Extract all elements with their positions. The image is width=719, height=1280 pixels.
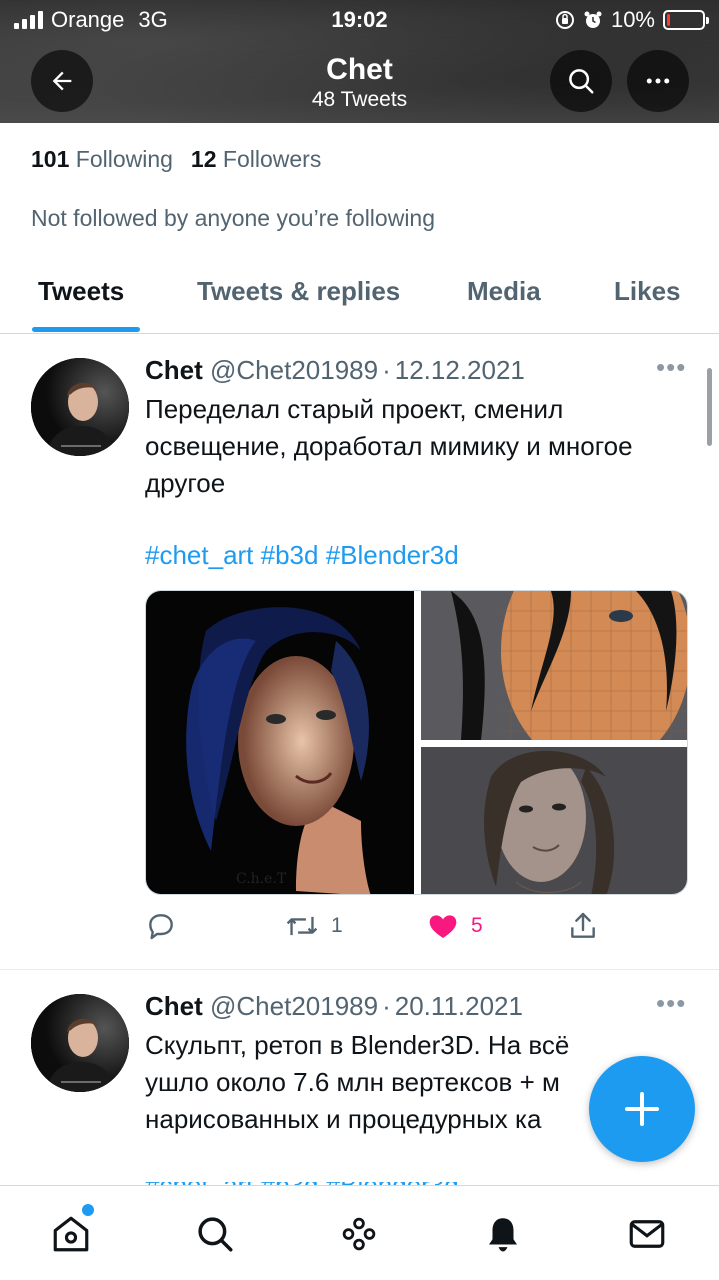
battery-icon	[663, 10, 709, 30]
retweet-button[interactable]: 1	[285, 910, 343, 942]
tab-likes[interactable]: Likes	[614, 276, 681, 307]
tab-media[interactable]: Media	[467, 276, 541, 307]
avatar-image	[31, 994, 129, 1092]
svg-text:C.h.e.T: C.h.e.T	[236, 871, 287, 887]
not-followed-note: Not followed by anyone you’re following	[31, 205, 436, 231]
tweet-date[interactable]: 20.11.2021	[395, 991, 523, 1021]
tab-tweets-and-replies[interactable]: Tweets & replies	[197, 276, 400, 307]
status-bar: Orange 3G 19:02 10%	[0, 0, 719, 40]
avatar[interactable]	[31, 994, 129, 1092]
home-unread-dot	[82, 1204, 94, 1216]
avatar-image	[31, 358, 129, 456]
tweet-author-name[interactable]: Chet	[145, 355, 203, 385]
more-horizontal-icon	[646, 78, 670, 84]
tweet-text: Скульпт, ретоп в Blender3D. На всё ушло …	[145, 1030, 570, 1134]
followers-link[interactable]: 12 Followers	[191, 146, 321, 173]
orientation-lock-icon	[555, 11, 574, 29]
more-button[interactable]	[627, 50, 689, 112]
home-icon	[53, 1216, 89, 1252]
avatar[interactable]	[31, 358, 129, 456]
tweet-author-name[interactable]: Chet	[145, 991, 203, 1021]
nav-notifications[interactable]	[481, 1212, 525, 1256]
following-link[interactable]: 101 Following	[31, 146, 173, 173]
battery-percent: 10%	[610, 7, 655, 32]
reply-button[interactable]	[145, 910, 189, 942]
tweet-media-grid: C.h.e.T	[145, 590, 688, 895]
tweet-count: 48 Tweets	[311, 88, 408, 111]
followers-label: Followers	[222, 146, 322, 172]
nav-home[interactable]	[49, 1212, 93, 1256]
retweet-count: 1	[331, 914, 343, 937]
share-button[interactable]	[567, 910, 599, 942]
tweet-divider	[0, 969, 719, 970]
followers-count: 12	[190, 146, 217, 172]
scrollbar[interactable]	[707, 368, 712, 446]
profile-tabs: Tweets Tweets & replies Media Likes	[0, 258, 719, 334]
media-image-3[interactable]	[421, 747, 687, 894]
tweet-date[interactable]: 12.12.2021	[395, 355, 525, 385]
tweet-more-icon[interactable]: •••	[656, 352, 686, 383]
tweet-author-handle[interactable]: @Chet201989	[210, 355, 378, 385]
following-label: Following	[75, 146, 173, 172]
media-image-1[interactable]: C.h.e.T	[146, 591, 414, 894]
tweet-header: Chet @Chet201989 · 20.11.2021	[145, 991, 523, 1022]
following-count: 101	[31, 146, 70, 172]
bottom-navigation	[0, 1185, 719, 1280]
nav-search[interactable]	[193, 1212, 237, 1256]
battery-fill	[667, 14, 670, 26]
tweet-more-icon[interactable]: •••	[656, 988, 686, 1019]
tweet-sep: ·	[382, 991, 391, 1021]
follow-stats: 101 Following 12 Followers	[31, 146, 321, 173]
search-icon	[198, 1217, 233, 1252]
tweet-sep: ·	[382, 355, 391, 385]
status-right: 10%	[555, 7, 709, 33]
nav-spaces[interactable]	[337, 1212, 381, 1256]
plus-icon	[625, 1092, 659, 1126]
tweet-header: Chet @Chet201989 · 12.12.2021	[145, 355, 525, 386]
reply-icon	[149, 914, 173, 940]
media-image-2[interactable]	[421, 591, 687, 740]
tweet-actions: 1 5	[145, 910, 665, 950]
spaces-icon	[342, 1217, 376, 1251]
search-icon	[569, 69, 594, 94]
notifications-bell-icon	[489, 1218, 517, 1252]
tweet-hashtags[interactable]: #chet_art #b3d #Blender3d	[145, 540, 459, 571]
compose-tweet-button[interactable]	[589, 1056, 695, 1162]
search-button[interactable]	[550, 50, 612, 112]
profile-header: Orange 3G 19:02 10% Chet 48 Tweets	[0, 0, 719, 123]
nav-messages[interactable]	[625, 1212, 669, 1256]
alarm-icon	[584, 11, 602, 28]
like-button[interactable]: 5	[427, 910, 483, 942]
retweet-icon	[286, 916, 318, 936]
tweet-author-handle[interactable]: @Chet201989	[210, 991, 378, 1021]
tab-tweets[interactable]: Tweets	[38, 276, 124, 307]
tweet-text: Переделал старый проект, сменил освещени…	[145, 394, 633, 498]
share-icon	[571, 912, 595, 938]
messages-envelope-icon	[629, 1220, 665, 1248]
heart-filled-icon	[429, 915, 457, 938]
active-tab-indicator	[32, 327, 140, 332]
like-count: 5	[471, 914, 483, 937]
